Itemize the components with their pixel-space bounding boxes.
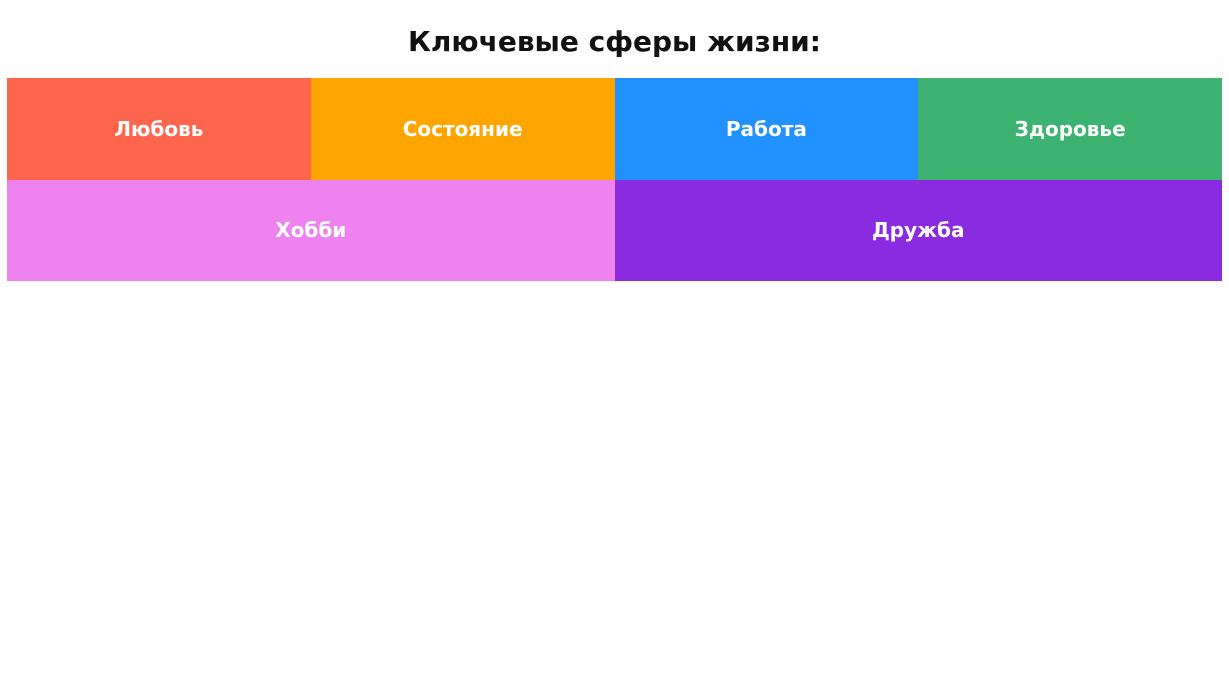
life-spheres-grid: Любовь Состояние Работа Здоровье Хобби Д… — [7, 78, 1222, 281]
sphere-tile-work[interactable]: Работа — [614, 78, 919, 180]
sphere-label-love: Любовь — [114, 116, 204, 141]
sphere-label-hobby: Хобби — [275, 218, 347, 243]
sphere-tile-hobby[interactable]: Хобби — [7, 179, 615, 281]
sphere-tile-health[interactable]: Здоровье — [918, 78, 1222, 180]
spheres-row-bottom: Хобби Дружба — [7, 179, 1222, 281]
page-title: Ключевые сферы жизни: — [408, 25, 821, 58]
sphere-label-health: Здоровье — [1014, 116, 1126, 141]
sphere-label-work: Работа — [725, 116, 807, 141]
sphere-tile-wealth[interactable]: Состояние — [310, 78, 615, 180]
sphere-label-wealth: Состояние — [402, 116, 523, 141]
sphere-tile-friendship[interactable]: Дружба — [614, 179, 1222, 281]
sphere-tile-love[interactable]: Любовь — [7, 78, 311, 180]
spheres-row-top: Любовь Состояние Работа Здоровье — [7, 78, 1222, 180]
sphere-label-friendship: Дружба — [871, 218, 965, 243]
